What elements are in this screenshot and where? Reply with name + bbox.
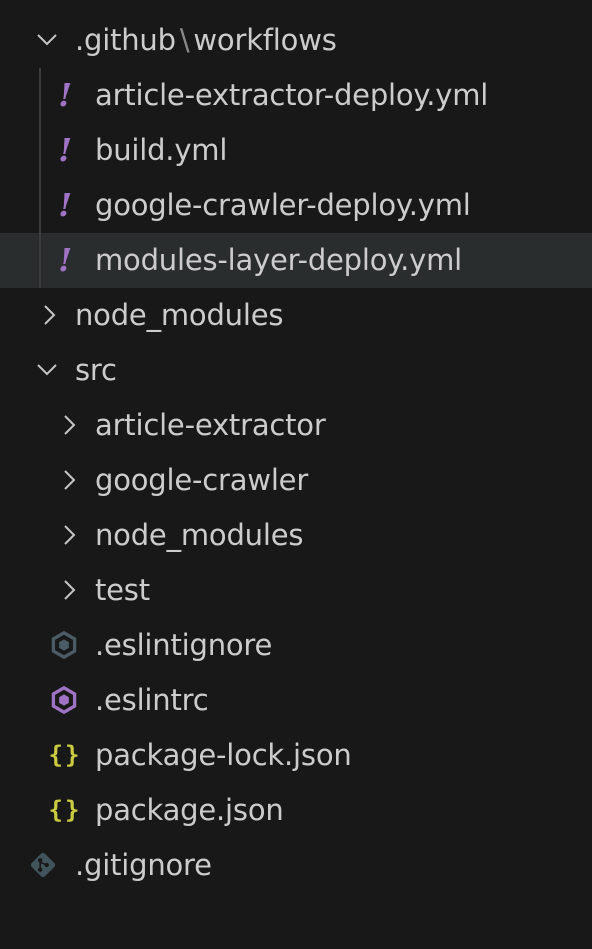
eslint-icon [49, 680, 79, 720]
folder-label: node_modules [75, 298, 284, 332]
file-eslintrc[interactable]: .eslintrc [0, 673, 592, 728]
file-eslintignore[interactable]: .eslintignore [0, 618, 592, 673]
folder-github-workflows[interactable]: .github \ workflows [0, 13, 592, 68]
chevron-right-icon [54, 405, 84, 445]
folder-src-node-modules[interactable]: node_modules [0, 508, 592, 563]
folder-label: src [75, 353, 117, 387]
file-package-json[interactable]: {} package.json [0, 783, 592, 838]
yaml-exclamation-icon: ! [58, 186, 72, 224]
folder-label: .github \ workflows [75, 13, 337, 68]
file-label: .eslintignore [95, 628, 273, 662]
file-package-lock-json[interactable]: {} package-lock.json [0, 728, 592, 783]
file-label: .eslintrc [95, 683, 209, 717]
file-article-extractor-deploy-yml[interactable]: ! article-extractor-deploy.yml [0, 68, 592, 123]
file-label: package.json [95, 793, 284, 827]
json-braces-icon: {} [48, 741, 82, 769]
file-explorer-tree: .github \ workflows ! article-extractor-de… [0, 13, 592, 893]
file-label: package-lock.json [95, 738, 352, 772]
folder-src-google-crawler[interactable]: google-crawler [0, 453, 592, 508]
folder-label: node_modules [95, 518, 304, 552]
folder-label: test [95, 573, 150, 607]
eslint-icon [49, 625, 79, 665]
indent-guide [39, 68, 41, 123]
file-google-crawler-deploy-yml[interactable]: ! google-crawler-deploy.yml [0, 178, 592, 233]
path-separator: \ [179, 23, 190, 57]
indent-guide [39, 178, 41, 233]
yaml-exclamation-icon: ! [58, 241, 72, 279]
file-modules-layer-deploy-yml[interactable]: ! modules-layer-deploy.yml [0, 233, 592, 288]
file-label: modules-layer-deploy.yml [95, 243, 462, 277]
folder-src-article-extractor[interactable]: article-extractor [0, 398, 592, 453]
folder-segment-workflows: workflows [193, 23, 337, 57]
chevron-down-icon [32, 20, 62, 60]
file-gitignore[interactable]: .gitignore [0, 838, 592, 893]
chevron-down-icon [32, 350, 62, 390]
folder-label: google-crawler [95, 463, 309, 497]
yaml-exclamation-icon: ! [58, 76, 72, 114]
yaml-exclamation-icon: ! [58, 131, 72, 169]
git-icon [28, 845, 58, 885]
chevron-right-icon [54, 460, 84, 500]
file-label: .gitignore [75, 848, 212, 882]
folder-src[interactable]: src [0, 343, 592, 398]
folder-label: article-extractor [95, 408, 326, 442]
file-label: article-extractor-deploy.yml [95, 78, 489, 112]
file-label: build.yml [95, 133, 228, 167]
chevron-right-icon [34, 295, 64, 335]
chevron-right-icon [54, 515, 84, 555]
indent-guide [39, 233, 41, 288]
file-label: google-crawler-deploy.yml [95, 188, 471, 222]
indent-guide [39, 123, 41, 178]
folder-node-modules[interactable]: node_modules [0, 288, 592, 343]
json-braces-icon: {} [48, 796, 82, 824]
folder-src-test[interactable]: test [0, 563, 592, 618]
chevron-right-icon [54, 570, 84, 610]
folder-segment-github: .github [75, 23, 176, 57]
file-build-yml[interactable]: ! build.yml [0, 123, 592, 178]
